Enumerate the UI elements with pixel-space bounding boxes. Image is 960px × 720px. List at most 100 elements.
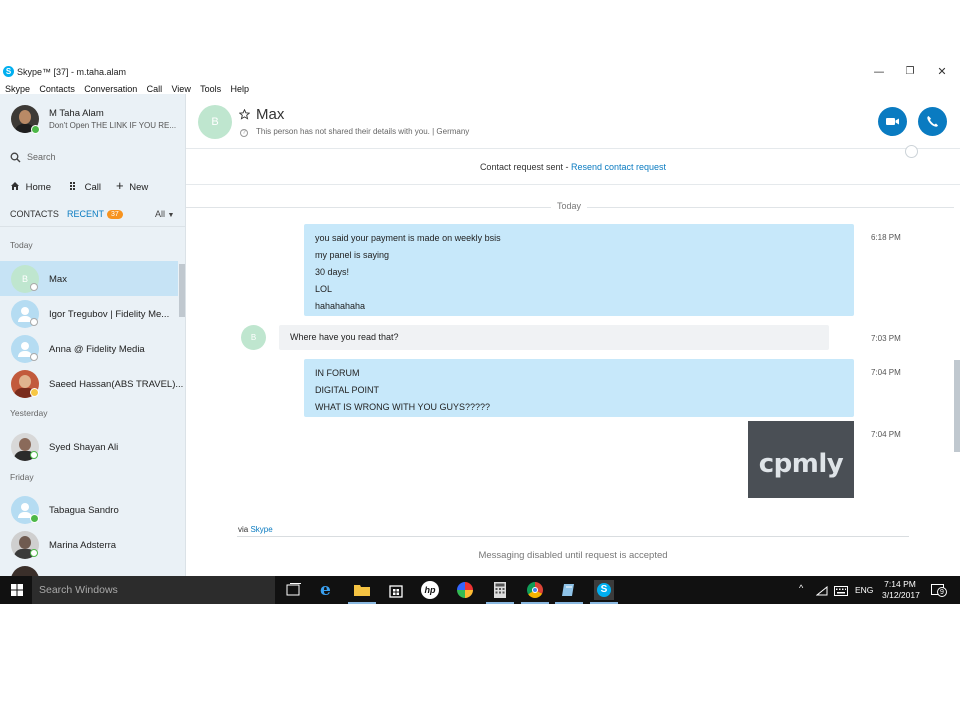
contact-photo-avatar bbox=[11, 566, 39, 576]
notification-count-badge: 9 bbox=[937, 587, 947, 597]
profile-name[interactable]: M Taha Alam bbox=[49, 108, 104, 119]
keyboard-icon[interactable] bbox=[834, 586, 848, 596]
close-button[interactable]: ✕ bbox=[927, 64, 957, 80]
menu-skype[interactable]: Skype bbox=[5, 84, 30, 94]
menu-bar: Skype Contacts Conversation Call View To… bbox=[0, 81, 960, 94]
contact-request-bar: Contact request sent - Resend contact re… bbox=[186, 149, 960, 185]
sender-avatar[interactable]: B bbox=[241, 325, 266, 350]
menu-help[interactable]: Help bbox=[231, 84, 250, 94]
pending-status-icon bbox=[30, 318, 38, 326]
call-button[interactable]: Call bbox=[69, 181, 101, 193]
restore-button[interactable]: ❐ bbox=[895, 64, 925, 80]
resend-request-link[interactable]: Resend contact request bbox=[571, 162, 666, 172]
audio-call-button[interactable] bbox=[918, 107, 947, 136]
windows-start-icon[interactable] bbox=[11, 584, 23, 596]
messages-scrollbar[interactable] bbox=[954, 360, 960, 452]
chrome-icon[interactable] bbox=[521, 580, 549, 604]
message-line: 30 days! bbox=[315, 267, 350, 277]
composer-divider bbox=[237, 536, 909, 537]
sidebar-scrollbar[interactable] bbox=[179, 264, 185, 317]
message-bubble-outgoing[interactable]: IN FORUM DIGITAL POINT WHAT IS WRONG WIT… bbox=[304, 359, 854, 417]
video-call-button[interactable] bbox=[878, 107, 907, 136]
chat-header: B Max ? This person has not shared their … bbox=[186, 94, 960, 158]
contact-name: Max bbox=[49, 274, 67, 285]
profile-online-status-icon bbox=[31, 125, 40, 134]
offline-status-icon bbox=[30, 549, 38, 557]
message-time: 6:18 PM bbox=[871, 233, 901, 242]
calculator-icon[interactable] bbox=[486, 580, 514, 604]
menu-contacts[interactable]: Contacts bbox=[39, 84, 75, 94]
title-bar: S Skype™ [37] - m.taha.alam — ❐ ✕ bbox=[0, 63, 960, 81]
menu-view[interactable]: View bbox=[171, 84, 190, 94]
menu-tools[interactable]: Tools bbox=[200, 84, 221, 94]
wifi-icon[interactable] bbox=[816, 586, 828, 596]
skype-taskbar-icon[interactable]: S bbox=[590, 580, 618, 604]
pending-status-icon bbox=[30, 283, 38, 291]
home-label: Home bbox=[25, 182, 51, 193]
message-line: you said your payment is made on weekly … bbox=[315, 233, 501, 243]
chat-title[interactable]: Max bbox=[256, 106, 284, 123]
filter-label: All bbox=[155, 209, 166, 219]
filter-dropdown[interactable]: All ▼ bbox=[155, 209, 174, 219]
skype-window: S Skype™ [37] - m.taha.alam — ❐ ✕ Skype … bbox=[0, 63, 960, 576]
message-line: IN FORUM bbox=[315, 368, 360, 378]
contact-item-saeed[interactable]: Saeed Hassan(ABS TRAVEL)... bbox=[0, 366, 183, 401]
contact-item-igor[interactable]: Igor Tregubov | Fidelity Me... bbox=[0, 296, 178, 331]
day-label: Today bbox=[551, 201, 588, 211]
section-yesterday: Yesterday bbox=[10, 408, 48, 418]
message-time: 7:04 PM bbox=[871, 368, 901, 377]
messaging-disabled-notice: Messaging disabled until request is acce… bbox=[478, 550, 668, 561]
taskbar-search[interactable]: Search Windows bbox=[32, 576, 275, 604]
task-view-icon[interactable] bbox=[284, 580, 304, 600]
menu-call[interactable]: Call bbox=[147, 84, 163, 94]
tab-recent[interactable]: RECENT 37 bbox=[67, 209, 123, 219]
contact-item-max-row[interactable]: B Max bbox=[0, 261, 178, 296]
message-line: my panel is saying bbox=[315, 250, 390, 260]
contact-name: Syed Shayan Ali bbox=[49, 442, 119, 453]
image-attachment[interactable]: cpmly bbox=[748, 421, 854, 498]
notepad-icon[interactable] bbox=[555, 580, 583, 604]
request-status-text: Contact request sent - bbox=[479, 162, 571, 172]
via-skype: via Skype bbox=[238, 525, 273, 534]
store-icon[interactable] bbox=[386, 580, 406, 600]
clock-time: 7:14 PM bbox=[884, 579, 916, 589]
via-prefix: via bbox=[238, 525, 251, 534]
minimize-button[interactable]: — bbox=[864, 64, 894, 80]
message-bubble-incoming[interactable]: Where have you read that? bbox=[279, 325, 829, 350]
new-button[interactable]: + New bbox=[116, 178, 148, 193]
tab-contacts[interactable]: CONTACTS bbox=[10, 209, 59, 219]
home-button[interactable]: Home bbox=[10, 181, 51, 193]
contact-item-anna[interactable]: Anna @ Fidelity Media bbox=[0, 331, 178, 366]
contact-name: Saeed Hassan(ABS TRAVEL)... bbox=[49, 379, 184, 390]
home-icon bbox=[11, 182, 19, 190]
search-placeholder: Search bbox=[27, 152, 56, 162]
chat-avatar[interactable]: B bbox=[198, 105, 232, 139]
media-player-icon[interactable] bbox=[455, 580, 475, 600]
chevron-up-icon[interactable]: ^ bbox=[799, 583, 803, 593]
contact-item-tabagua[interactable]: Tabagua Sandro bbox=[0, 492, 178, 527]
tab-recent-label: RECENT bbox=[67, 209, 105, 219]
contact-tabs: CONTACTS RECENT 37 All ▼ bbox=[10, 209, 180, 223]
menu-conversation[interactable]: Conversation bbox=[84, 84, 137, 94]
via-skype-link[interactable]: Skype bbox=[250, 525, 272, 534]
language-indicator[interactable]: ENG bbox=[855, 585, 873, 595]
plus-icon: + bbox=[116, 178, 124, 193]
contact-item-marina[interactable]: Marina Adsterra bbox=[0, 527, 178, 562]
edge-browser-icon[interactable]: e bbox=[318, 580, 338, 600]
favorite-star-icon[interactable] bbox=[239, 109, 250, 120]
file-explorer-icon[interactable] bbox=[348, 580, 376, 604]
image-attachment-text: cpmly bbox=[758, 449, 844, 479]
chat-subtitle-text: This person has not shared their details… bbox=[256, 127, 470, 136]
section-today: Today bbox=[10, 240, 33, 250]
section-friday: Friday bbox=[10, 472, 34, 482]
contact-item-partial[interactable] bbox=[0, 562, 178, 576]
message-bubble-outgoing[interactable]: you said your payment is made on weekly … bbox=[304, 224, 854, 316]
contact-item-syed[interactable]: Syed Shayan Ali bbox=[0, 429, 178, 464]
chat-subtitle: ? This person has not shared their detail… bbox=[240, 127, 470, 137]
action-center-icon[interactable]: 9 bbox=[931, 584, 947, 597]
message-line: DIGITAL POINT bbox=[315, 385, 380, 395]
profile-mood[interactable]: Don't Open THE LINK IF YOU RE... bbox=[49, 121, 176, 130]
contact-name: Igor Tregubov | Fidelity Me... bbox=[49, 309, 170, 320]
hp-icon[interactable]: hp bbox=[420, 580, 440, 600]
taskbar-clock[interactable]: 7:14 PM 3/12/2017 bbox=[882, 579, 920, 601]
